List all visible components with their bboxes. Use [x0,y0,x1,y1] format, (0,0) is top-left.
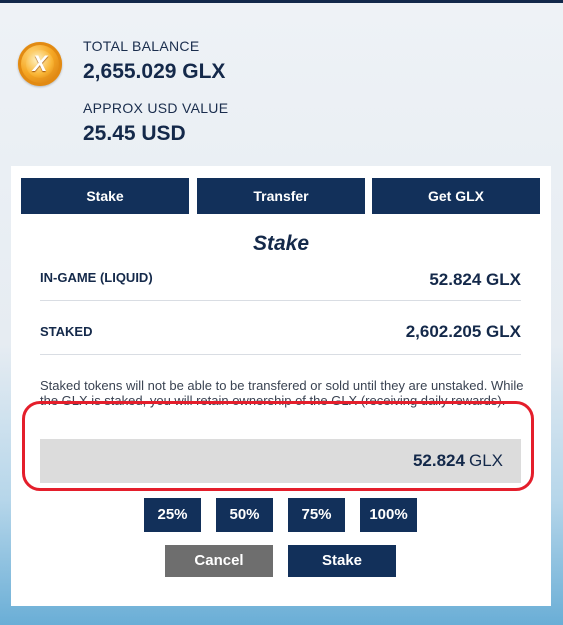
row-divider [40,300,521,301]
usd-value: 25.45 USD [83,122,186,145]
stake-title: Stake [252,232,310,255]
percent-100-button[interactable]: 100% [360,498,417,532]
percent-50-button[interactable]: 50% [216,498,273,532]
highlight-outline [22,401,534,491]
stake-panel: Stake Transfer Get GLX Stake IN-GAME (LI… [11,166,551,606]
in-game-liquid-value: 52.824 GLX [429,270,521,289]
staked-value: 2,602.205 GLX [405,322,521,341]
tab-transfer[interactable]: Transfer [197,178,365,214]
staked-label: STAKED [40,324,93,339]
total-balance-value: 2,655.029 GLX [83,60,226,83]
usd-value-label: APPROX USD VALUE [83,100,229,116]
percent-75-button[interactable]: 75% [288,498,345,532]
percent-25-button[interactable]: 25% [144,498,201,532]
tab-stake[interactable]: Stake [21,178,189,214]
glx-coin-icon: X [18,42,62,86]
in-game-liquid-label: IN-GAME (LIQUID) [40,270,153,285]
cancel-button[interactable]: Cancel [165,545,273,577]
tab-get-glx[interactable]: Get GLX [372,178,540,214]
stake-submit-button[interactable]: Stake [288,545,396,577]
row-divider [40,354,521,355]
total-balance-label: TOTAL BALANCE [83,38,200,54]
top-strip [0,0,563,3]
